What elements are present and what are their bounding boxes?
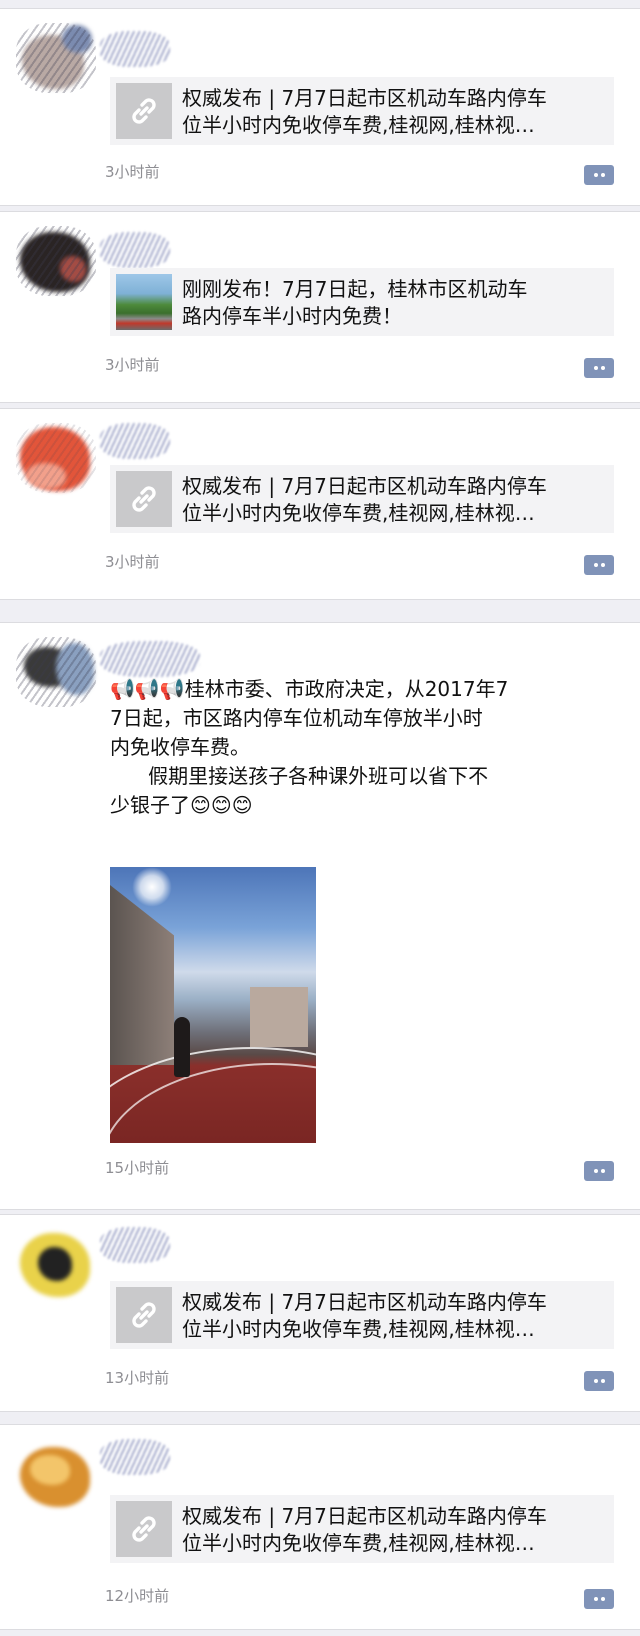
user-name[interactable] [100,1439,170,1475]
link-title: 权威发布 | 7月7日起市区机动车路内停车 位半小时内免收停车费,桂视网,桂林视… [182,474,547,525]
link-icon [116,1501,172,1557]
user-name[interactable] [100,232,170,268]
shared-link-card[interactable]: 权威发布 | 7月7日起市区机动车路内停车 位半小时内免收停车费,桂视网,桂林视… [110,1495,614,1563]
link-title: 权威发布 | 7月7日起市区机动车路内停车 位半小时内免收停车费,桂视网,桂林视… [182,1290,547,1341]
moment-post: 权威发布 | 7月7日起市区机动车路内停车 位半小时内免收停车费,桂视网,桂林视… [0,1214,640,1412]
post-time: 3小时前 [105,553,160,571]
avatar[interactable] [16,226,96,296]
link-icon [116,83,172,139]
user-name[interactable] [100,423,170,459]
post-time: 3小时前 [105,163,160,181]
link-title: 刚刚发布！7月7日起，桂林市区机动车 路内停车半小时内免费！ [182,277,528,328]
post-text: 📢📢📢桂林市委、市政府决定，从2017年7 7日起，市区路内停车位机动车停放半小… [110,677,509,817]
comment-icon[interactable] [584,555,614,575]
shared-link-card[interactable]: 权威发布 | 7月7日起市区机动车路内停车 位半小时内免收停车费,桂视网,桂林视… [110,77,614,145]
post-photo[interactable] [110,867,316,1143]
shared-link-card[interactable]: 权威发布 | 7月7日起市区机动车路内停车 位半小时内免收停车费,桂视网,桂林视… [110,465,614,533]
link-title: 权威发布 | 7月7日起市区机动车路内停车 位半小时内免收停车费,桂视网,桂林视… [182,86,547,137]
link-icon [116,471,172,527]
post-time: 3小时前 [105,356,160,374]
comment-icon[interactable] [584,1161,614,1181]
comment-icon[interactable] [584,358,614,378]
shared-link-card[interactable]: 刚刚发布！7月7日起，桂林市区机动车 路内停车半小时内免费！ [110,268,614,336]
moment-post: 权威发布 | 7月7日起市区机动车路内停车 位半小时内免收停车费,桂视网,桂林视… [0,8,640,206]
moment-post: 刚刚发布！7月7日起，桂林市区机动车 路内停车半小时内免费！ 3小时前 [0,211,640,403]
post-time: 13小时前 [105,1369,170,1387]
shared-link-card[interactable]: 权威发布 | 7月7日起市区机动车路内停车 位半小时内免收停车费,桂视网,桂林视… [110,1281,614,1349]
street-photo [116,274,172,330]
link-title: 权威发布 | 7月7日起市区机动车路内停车 位半小时内免收停车费,桂视网,桂林视… [182,1504,547,1555]
avatar[interactable] [16,1229,96,1299]
avatar[interactable] [16,423,96,493]
comment-icon[interactable] [584,1589,614,1609]
avatar[interactable] [16,1439,96,1509]
user-name[interactable] [100,641,200,677]
link-icon [116,1287,172,1343]
comment-icon[interactable] [584,1371,614,1391]
user-name[interactable] [100,31,170,67]
moment-post: 权威发布 | 7月7日起市区机动车路内停车 位半小时内免收停车费,桂视网,桂林视… [0,1424,640,1630]
comment-icon[interactable] [584,165,614,185]
avatar[interactable] [16,637,96,707]
post-time: 15小时前 [105,1159,170,1177]
moment-post: 📢📢📢桂林市委、市政府决定，从2017年7 7日起，市区路内停车位机动车停放半小… [0,622,640,1210]
moment-post: 权威发布 | 7月7日起市区机动车路内停车 位半小时内免收停车费,桂视网,桂林视… [0,408,640,600]
user-name[interactable] [100,1227,170,1263]
post-time: 12小时前 [105,1587,170,1605]
avatar[interactable] [16,23,96,93]
